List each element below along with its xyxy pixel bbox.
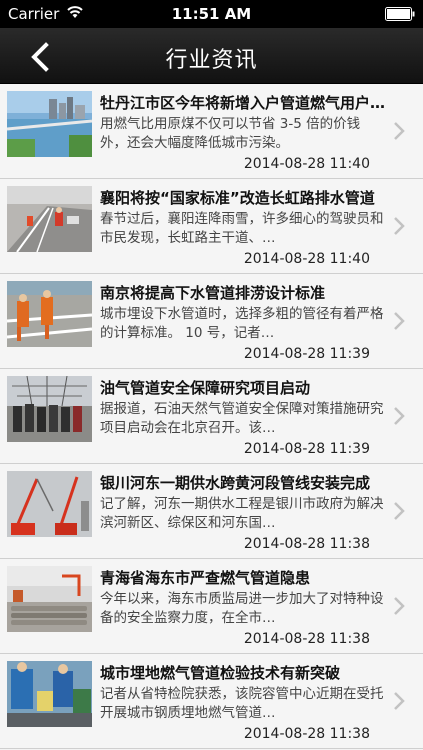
news-date: 2014-08-28 11:38 bbox=[243, 536, 370, 552]
chevron-right-icon bbox=[394, 597, 405, 615]
news-title: 襄阳将按“国家标准”改造长虹路排水管道 bbox=[100, 189, 375, 207]
chevron-right-icon bbox=[394, 692, 405, 710]
news-thumbnail bbox=[7, 471, 92, 537]
news-title: 青海省海东市严查燃气管道隐患 bbox=[100, 569, 311, 587]
news-date: 2014-08-28 11:38 bbox=[243, 631, 370, 647]
news-item[interactable]: 青海省海东市严查燃气管道隐患 今年以来，海东市质监局进一步加大了对特种设备的安全… bbox=[0, 559, 423, 654]
news-title: 银川河东一期供水跨黄河段管线安装完成 bbox=[100, 474, 371, 492]
battery-icon bbox=[385, 7, 415, 21]
news-summary: 城市埋设下水管道时，选择多粗的管径有着严格的计算标准。 10 号，记者… bbox=[100, 306, 384, 341]
navigation-bar: 行业资讯 bbox=[0, 28, 423, 84]
news-list: 牡丹江市区今年将新增入户管道燃气用户1万户 用燃气比用原煤不仅可以节省 3-5 … bbox=[0, 84, 423, 750]
news-item[interactable]: 襄阳将按“国家标准”改造长虹路排水管道 春节过后，襄阳连降雨雪，许多细心的驾驶员… bbox=[0, 179, 423, 274]
chevron-right-icon bbox=[394, 122, 405, 140]
news-item[interactable]: 银川河东一期供水跨黄河段管线安装完成 记了解，河东一期供水工程是银川市政府为解决… bbox=[0, 464, 423, 559]
news-item[interactable]: 南京将提高下水管道排涝设计标准 城市埋设下水管道时，选择多粗的管径有着严格的计算… bbox=[0, 274, 423, 369]
chevron-right-icon bbox=[394, 502, 405, 520]
news-thumbnail bbox=[7, 91, 92, 157]
news-title: 牡丹江市区今年将新增入户管道燃气用户1万户 bbox=[100, 94, 390, 112]
page-title: 行业资讯 bbox=[165, 48, 258, 73]
news-summary: 记了解，河东一期供水工程是银川市政府为解决滨河新区、综保区和河东国… bbox=[100, 496, 384, 531]
news-thumbnail bbox=[7, 376, 92, 442]
news-item[interactable]: 城市埋地燃气管道检验技术有新突破 记者从省特检院获悉，该院容管中心近期在受托开展… bbox=[0, 654, 423, 749]
chevron-right-icon bbox=[394, 407, 405, 425]
news-date: 2014-08-28 11:38 bbox=[243, 726, 370, 742]
news-summary: 用燃气比用原煤不仅可以节省 3-5 倍的价钱外，还会大幅度降低城市污染。 bbox=[100, 116, 361, 151]
news-summary: 据报道，石油天然气管道安全保障对策措施研究项目启动会在北京召开。该… bbox=[100, 401, 384, 436]
chevron-right-icon bbox=[394, 312, 405, 330]
clock: 11:51 AM bbox=[171, 5, 252, 23]
news-summary: 春节过后，襄阳连降雨雪，许多细心的驾驶员和市民发现，长虹路主干道、… bbox=[100, 211, 384, 246]
news-thumbnail bbox=[7, 661, 92, 727]
news-summary: 今年以来，海东市质监局进一步加大了对特种设备的安全监察力度，在全市… bbox=[100, 591, 384, 626]
news-summary: 记者从省特检院获悉，该院容管中心近期在受托开展城市钢质埋地燃气管道… bbox=[100, 686, 384, 721]
news-thumbnail bbox=[7, 186, 92, 252]
chevron-right-icon bbox=[394, 217, 405, 235]
news-title: 城市埋地燃气管道检验技术有新突破 bbox=[100, 664, 341, 682]
status-bar: Carrier 11:51 AM bbox=[0, 0, 423, 28]
news-thumbnail bbox=[7, 281, 92, 347]
news-item[interactable]: 油气管道安全保障研究项目启动 据报道，石油天然气管道安全保障对策措施研究项目启动… bbox=[0, 369, 423, 464]
news-item[interactable]: 牡丹江市区今年将新增入户管道燃气用户1万户 用燃气比用原煤不仅可以节省 3-5 … bbox=[0, 84, 423, 179]
news-date: 2014-08-28 11:40 bbox=[243, 156, 370, 172]
news-date: 2014-08-28 11:39 bbox=[243, 441, 370, 457]
news-date: 2014-08-28 11:39 bbox=[243, 346, 370, 362]
news-title: 南京将提高下水管道排涝设计标准 bbox=[100, 284, 326, 302]
news-thumbnail bbox=[7, 566, 92, 632]
news-date: 2014-08-28 11:40 bbox=[243, 251, 370, 267]
news-title: 油气管道安全保障研究项目启动 bbox=[100, 379, 311, 397]
